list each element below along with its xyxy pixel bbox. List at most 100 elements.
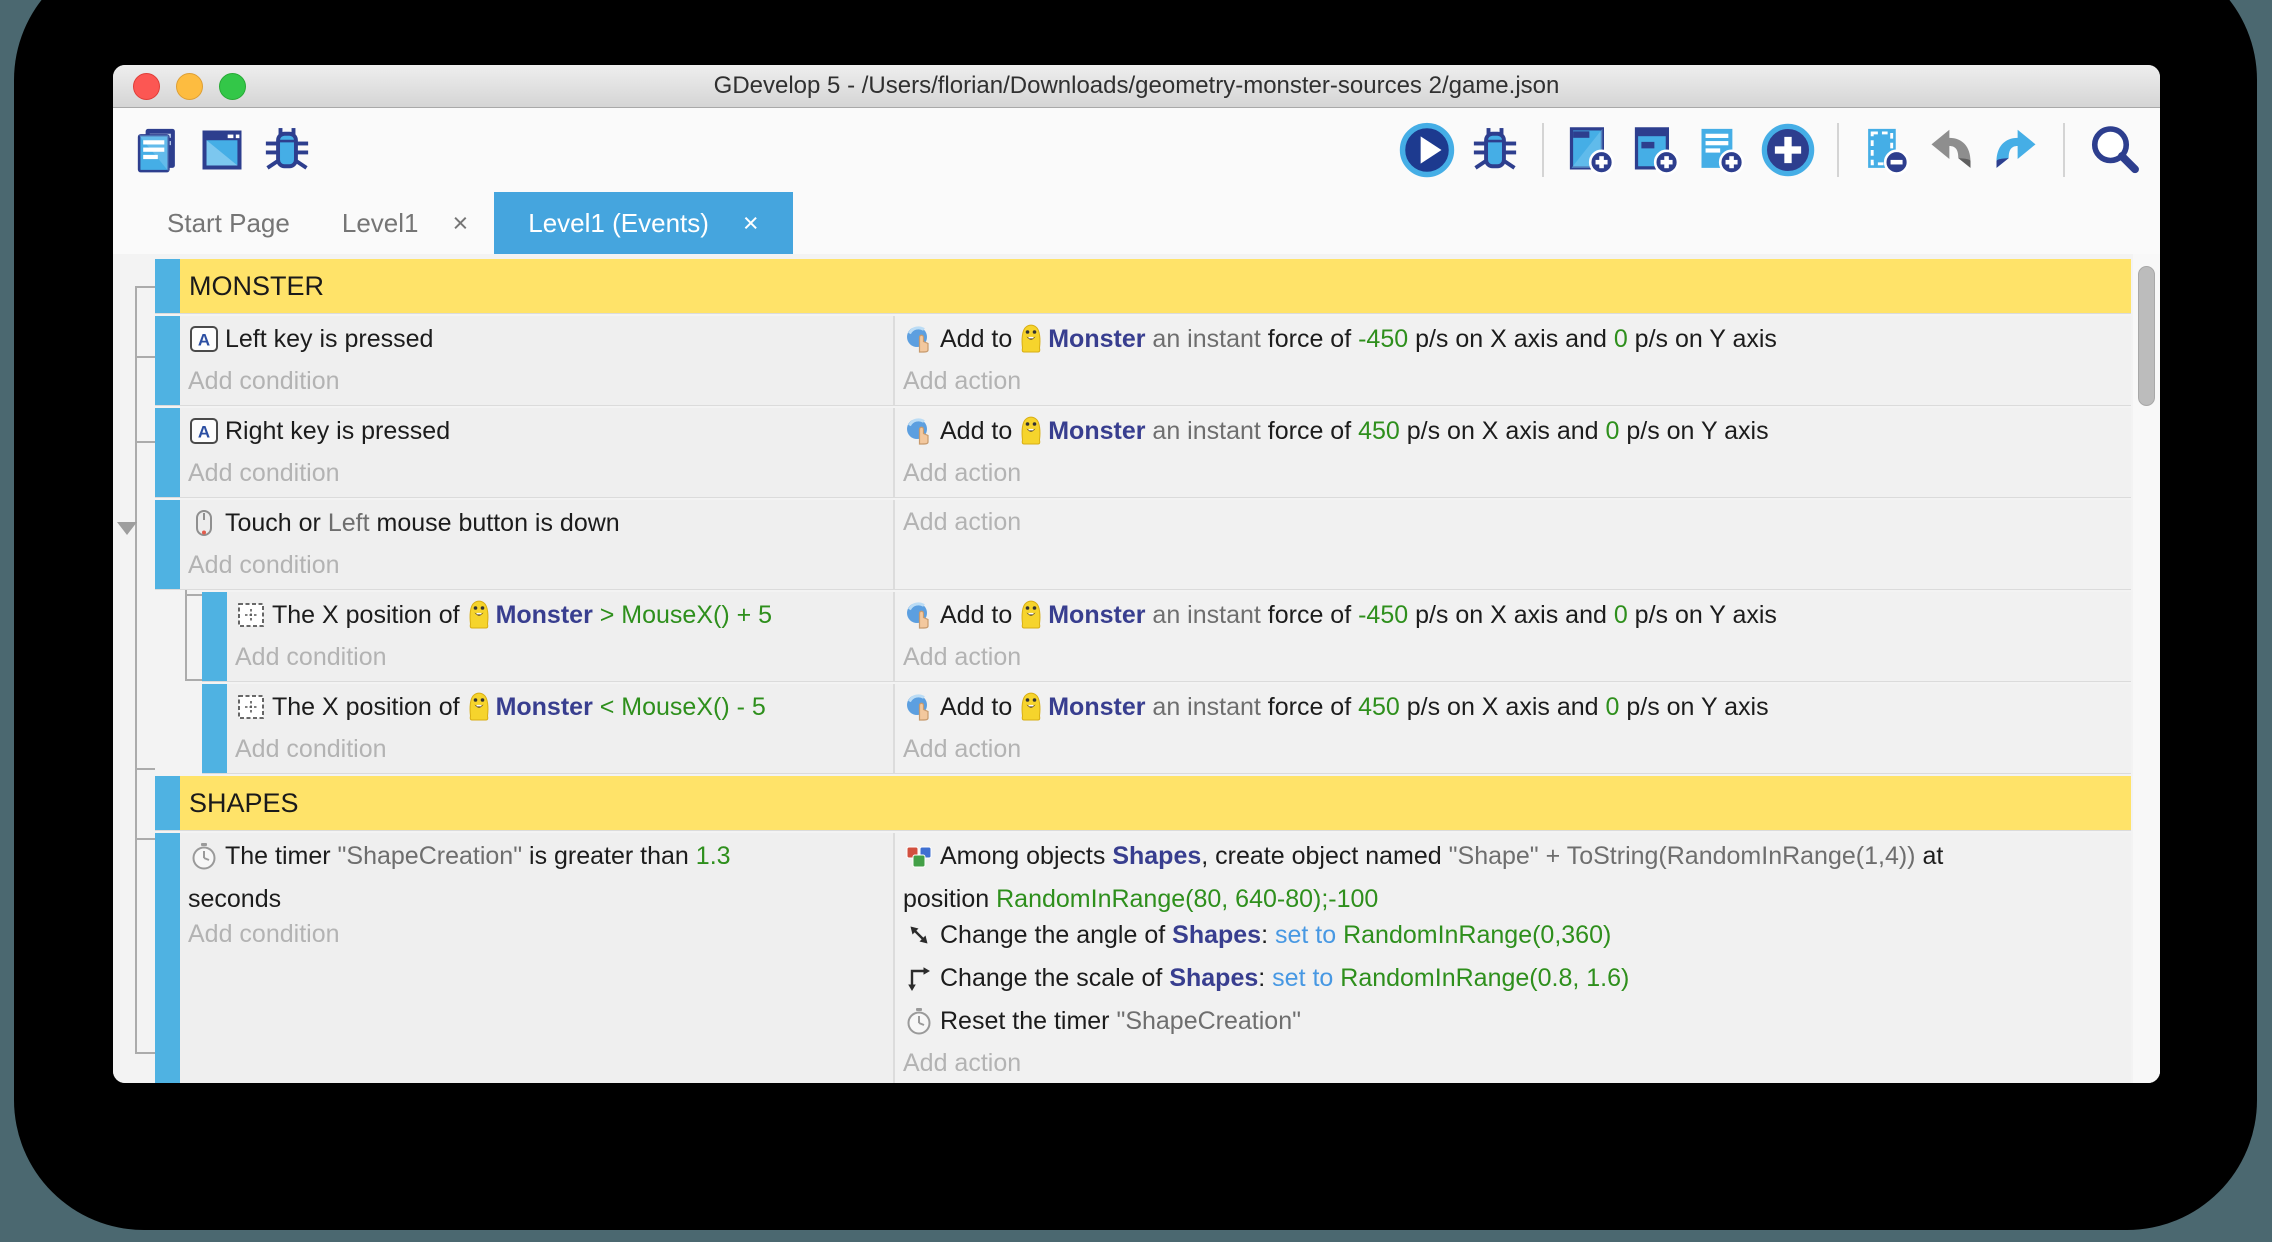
action-text[interactable]: Add to Monster an instant force of 450 p… (903, 413, 2123, 456)
force-hand-icon (904, 600, 934, 640)
window-controls (133, 65, 246, 107)
add-condition-button[interactable]: Add condition (188, 917, 885, 951)
action-text[interactable]: Add to Monster an instant force of 450 p… (903, 689, 2123, 732)
keyboard-key-icon: A (189, 416, 219, 456)
condition-text[interactable]: The X position of Monster > MouseX() + 5 (235, 597, 885, 640)
text-segment: : (1258, 964, 1272, 992)
text-segment: an instant (1145, 601, 1260, 629)
text-segment: Left (328, 509, 370, 537)
conditions-cell: Touch or Left mouse button is downAdd co… (180, 500, 895, 589)
condition-text[interactable]: seconds (188, 881, 885, 917)
text-segment: , create object named (1201, 842, 1448, 870)
undo-icon[interactable] (1925, 124, 1977, 176)
add-action-button[interactable]: Add action (903, 732, 2123, 766)
event-row: The timer "ShapeCreation" is greater tha… (155, 833, 2131, 1083)
text-segment: Right key is pressed (225, 417, 450, 445)
add-action-button[interactable]: Add action (903, 640, 2123, 674)
event-handle-bar[interactable] (202, 684, 227, 773)
add-condition-button[interactable]: Add condition (235, 732, 885, 766)
text-segment: p/s on Y axis (1619, 417, 1768, 445)
event-handle-bar[interactable] (155, 316, 180, 405)
force-hand-icon (904, 416, 934, 456)
tab-start-page[interactable]: Start Page (141, 192, 316, 254)
add-condition-button[interactable]: Add condition (188, 456, 885, 490)
add-condition-button[interactable]: Add condition (235, 640, 885, 674)
event-handle-bar[interactable] (202, 592, 227, 681)
add-action-button[interactable]: Add action (903, 505, 2123, 539)
search-icon[interactable] (2086, 122, 2142, 178)
svg-text:A: A (198, 331, 210, 350)
event-handle-bar[interactable] (155, 776, 180, 830)
text-segment: p/s on Y axis (1619, 693, 1768, 721)
add-circle-icon[interactable] (1760, 122, 1816, 178)
add-action-button[interactable]: Add action (903, 364, 2123, 398)
tab-close-icon[interactable]: × (743, 210, 759, 237)
text-segment: Left key is pressed (225, 325, 433, 353)
action-text[interactable]: position RandomInRange(80, 640-80);-100 (903, 881, 2123, 917)
text-segment: "ShapeCreation" (1116, 1007, 1301, 1035)
conditions-cell: The X position of Monster > MouseX() + 5… (227, 592, 895, 681)
scrollbar-track[interactable] (2133, 254, 2160, 1083)
position-icon (236, 692, 266, 732)
event-row: ARight key is pressedAdd conditionAdd to… (155, 408, 2131, 497)
tab-level1-events[interactable]: Level1 (Events) × (494, 192, 792, 254)
action-text[interactable]: Among objects Shapes, create object name… (903, 838, 2123, 881)
close-window-button[interactable] (133, 73, 160, 100)
event-handle-bar[interactable] (155, 833, 180, 1083)
force-hand-icon (904, 692, 934, 732)
action-text[interactable]: Reset the timer "ShapeCreation" (903, 1003, 2123, 1046)
project-manager-icon[interactable] (131, 124, 183, 176)
tab-close-icon[interactable]: × (452, 210, 468, 237)
scrollbar-thumb[interactable] (2138, 266, 2155, 406)
text-segment: 450 (1358, 417, 1400, 445)
add-action-button[interactable]: Add action (903, 1046, 2123, 1080)
group-title[interactable]: MONSTER (180, 259, 324, 313)
action-text[interactable]: Change the angle of Shapes: set to Rando… (903, 917, 2123, 960)
add-action-button[interactable]: Add action (903, 456, 2123, 490)
add-subevent-icon[interactable] (1630, 124, 1682, 176)
add-event-icon[interactable] (1565, 124, 1617, 176)
event-handle-bar[interactable] (155, 408, 180, 497)
redo-icon[interactable] (1990, 124, 2042, 176)
zoom-window-button[interactable] (219, 73, 246, 100)
remove-event-icon[interactable] (1860, 124, 1912, 176)
text-segment: p/s on Y axis (1628, 325, 1777, 353)
group-title[interactable]: SHAPES (180, 776, 299, 830)
debug-icon[interactable] (261, 124, 313, 176)
text-segment: mouse button is down (370, 509, 620, 537)
condition-text[interactable]: The timer "ShapeCreation" is greater tha… (188, 838, 885, 881)
event-handle-bar[interactable] (155, 259, 180, 313)
conditions-cell: The X position of Monster < MouseX() - 5… (227, 684, 895, 773)
condition-text[interactable]: The X position of Monster < MouseX() - 5 (235, 689, 885, 732)
text-segment: RandomInRange(0.8, 1.6) (1340, 964, 1629, 992)
text-segment: : (1261, 921, 1275, 949)
text-segment: 450 (1358, 693, 1400, 721)
text-segment: 0 (1606, 417, 1620, 445)
condition-text[interactable]: ARight key is pressed (188, 413, 885, 456)
condition-text[interactable]: A Left key is pressed (188, 321, 885, 364)
angle-icon (904, 920, 934, 960)
action-text[interactable]: Add to Monster an instant force of -450 … (903, 597, 2123, 640)
text-segment: Among objects (940, 842, 1112, 870)
action-text[interactable]: Change the scale of Shapes: set to Rando… (903, 960, 2123, 1003)
gdevelop-window: GDevelop 5 - /Users/florian/Downloads/ge… (113, 65, 2160, 1083)
add-condition-button[interactable]: Add condition (188, 364, 885, 398)
event-handle-bar[interactable] (155, 500, 180, 589)
group-row: MONSTER (155, 259, 2131, 313)
add-comment-icon[interactable] (1695, 124, 1747, 176)
titlebar[interactable]: GDevelop 5 - /Users/florian/Downloads/ge… (113, 65, 2160, 108)
timer-icon (189, 841, 219, 881)
create-objects-icon (904, 841, 934, 881)
start-page-icon[interactable] (196, 124, 248, 176)
add-condition-button[interactable]: Add condition (188, 548, 885, 582)
minimize-window-button[interactable] (176, 73, 203, 100)
text-segment: Shapes (1169, 964, 1258, 992)
play-icon[interactable] (1398, 121, 1456, 179)
text-segment: force of (1261, 325, 1358, 353)
position-icon (236, 600, 266, 640)
tab-level1[interactable]: Level1 × (316, 192, 494, 254)
debug-icon[interactable] (1469, 124, 1521, 176)
action-text[interactable]: Add to Monster an instant force of -450 … (903, 321, 2123, 364)
tab-bar: Start Page Level1 × Level1 (Events) × (113, 192, 2160, 254)
condition-text[interactable]: Touch or Left mouse button is down (188, 505, 885, 548)
